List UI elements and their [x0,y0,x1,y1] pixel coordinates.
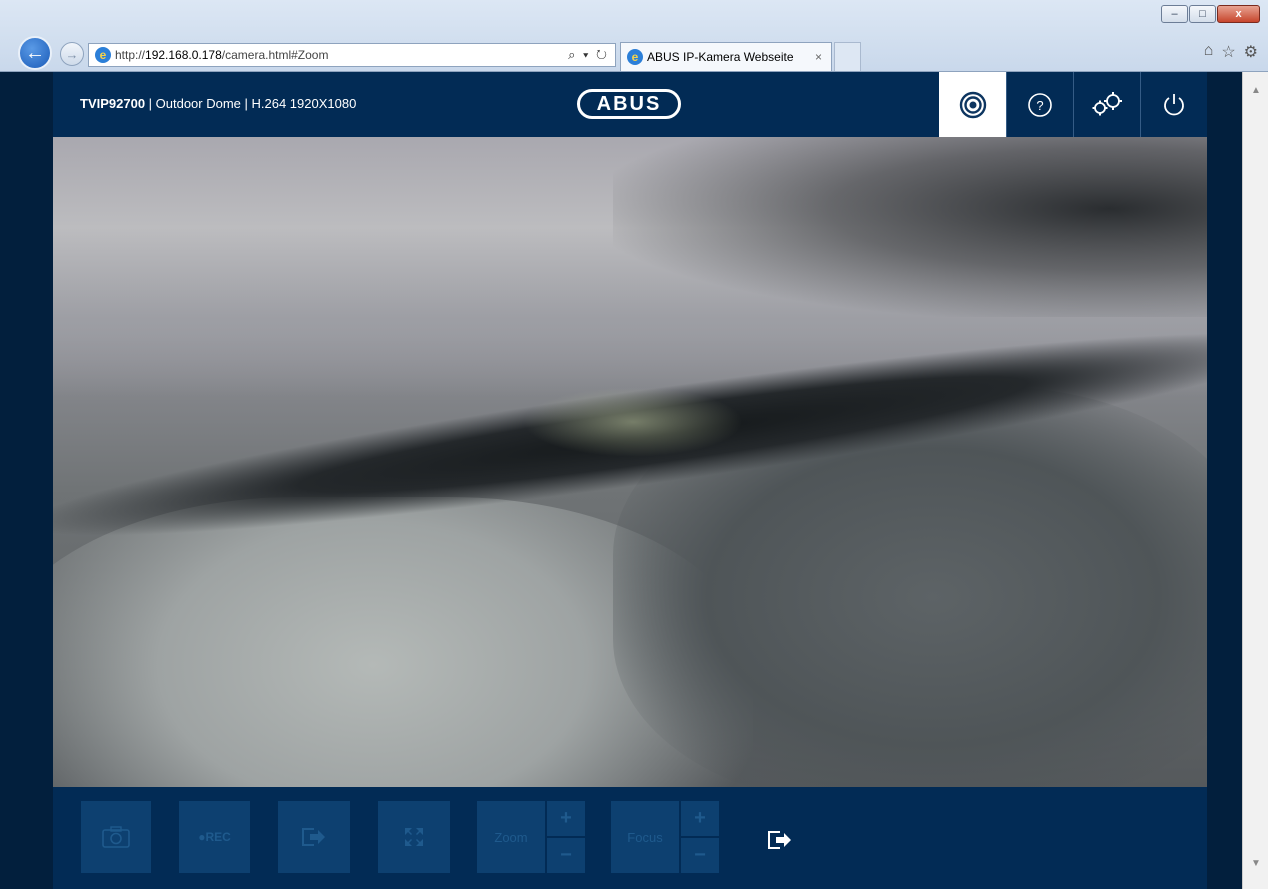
close-window-button[interactable]: x [1217,5,1260,23]
exit-arrow-icon [302,828,325,846]
settings-gear-icon[interactable]: ⚙ [1244,42,1258,62]
vertical-scrollbar[interactable]: ▲ ▼ [1242,72,1268,889]
back-arrow-icon: ← [25,41,45,64]
zoom-control: Zoom + − [477,801,585,873]
camera-description: | Outdoor Dome | H.264 1920X1080 [145,96,357,111]
favorites-star-icon[interactable]: ☆ [1221,42,1235,62]
abus-logo: ABUS [577,89,681,119]
main-nav: ? [939,72,1207,137]
video-reflection [523,387,743,457]
live-video-stream[interactable] [53,137,1207,787]
tab-title: ABUS IP-Kamera Webseite [647,50,794,64]
fullscreen-icon [405,828,423,846]
camera-page: TVIP92700 | Outdoor Dome | H.264 1920X10… [0,72,1242,889]
maximize-button[interactable]: □ [1189,5,1216,23]
search-refresh-icons[interactable]: ⌕ ▾ ↻ [568,47,609,63]
right-margin [1207,72,1242,889]
exit-mode-button[interactable] [278,801,350,873]
zoom-label: Zoom [477,801,547,873]
help-icon: ? [1028,92,1052,117]
focus-label: Focus [611,801,681,873]
live-view-button[interactable] [939,72,1006,137]
live-view-icon [959,91,986,118]
forward-button[interactable]: → [60,42,84,66]
focus-control: Focus + − [611,801,719,873]
browser-chrome: – □ x ← → e http://192.168.0.178/camera.… [0,0,1268,72]
configuration-button[interactable] [1073,72,1140,137]
snapshot-button[interactable] [81,801,151,873]
exit-zoom-button[interactable] [762,825,798,855]
configuration-gears-icon [1092,91,1122,115]
back-button[interactable]: ← [18,36,52,70]
browser-tools: ⌂ ☆ ⚙ [1204,42,1258,62]
left-margin [0,72,53,889]
svg-text:?: ? [1036,98,1043,113]
camera-info: TVIP92700 | Outdoor Dome | H.264 1920X10… [80,96,356,111]
logout-button[interactable] [1140,72,1207,137]
ie-tab-icon: e [627,49,643,65]
focus-far-button[interactable]: − [681,838,719,873]
page-header: TVIP92700 | Outdoor Dome | H.264 1920X10… [53,72,1207,137]
new-tab-button[interactable] [834,42,861,71]
exit-arrow-icon [768,831,791,849]
zoom-in-button[interactable]: + [547,801,585,838]
address-bar[interactable]: e http://192.168.0.178/camera.html#Zoom … [88,43,616,67]
scroll-up-icon[interactable]: ▲ [1243,80,1268,100]
ie-page-icon: e [95,47,111,63]
browser-tab[interactable]: e ABUS IP-Kamera Webseite × [620,42,832,71]
record-button[interactable]: ●REC [179,801,250,873]
fullscreen-button[interactable] [378,801,450,873]
minimize-button[interactable]: – [1161,5,1188,23]
camera-model: TVIP92700 [80,96,146,111]
power-icon [1164,93,1184,115]
scroll-down-icon[interactable]: ▼ [1243,853,1268,873]
video-toolbar: ●REC Zoom + − Focus + − [53,787,1207,889]
help-button[interactable]: ? [1006,72,1073,137]
window-controls: – □ x [1160,5,1260,23]
address-url[interactable]: http://192.168.0.178/camera.html#Zoom [115,48,568,62]
video-dark-area [613,137,1207,317]
browser-window: – □ x ← → e http://192.168.0.178/camera.… [0,0,1268,889]
tab-close-icon[interactable]: × [815,50,822,64]
zoom-out-button[interactable]: − [547,838,585,873]
camera-snapshot-icon [102,826,130,848]
home-icon[interactable]: ⌂ [1204,42,1214,62]
focus-near-button[interactable]: + [681,801,719,838]
forward-arrow-icon: → [65,46,79,62]
